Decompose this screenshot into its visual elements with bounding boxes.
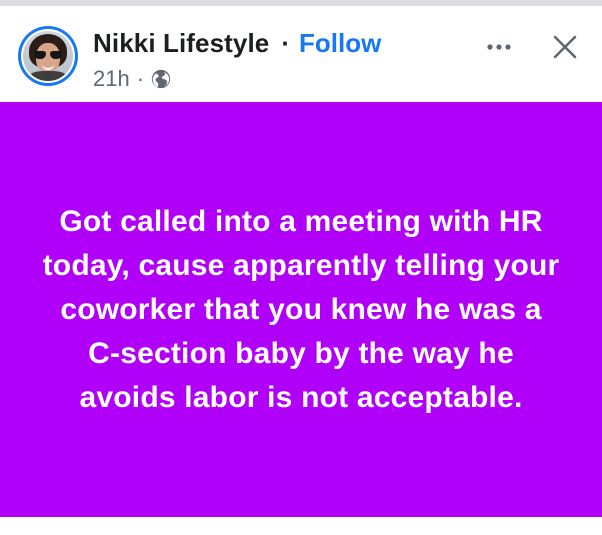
post-header: Nikki Lifestyle · Follow 21h ·	[0, 6, 602, 102]
meta-separator: ·	[136, 66, 145, 91]
close-icon	[553, 35, 577, 59]
avatar-sunglasses	[34, 51, 62, 59]
avatar-photo	[23, 31, 73, 81]
bottom-spacer	[0, 517, 602, 535]
author-name-row: Nikki Lifestyle · Follow	[93, 27, 381, 59]
follow-button[interactable]: Follow	[299, 28, 381, 59]
close-button[interactable]	[548, 30, 582, 64]
globe-icon	[151, 69, 171, 89]
post-timestamp[interactable]: 21h	[93, 66, 130, 92]
more-options-button[interactable]	[482, 34, 516, 60]
more-horizontal-icon	[487, 44, 511, 50]
post-meta: 21h ·	[93, 65, 172, 93]
author-name[interactable]: Nikki Lifestyle	[93, 28, 269, 59]
post-text: Got called into a meeting with HR today,…	[42, 204, 560, 414]
author-avatar[interactable]	[18, 26, 78, 86]
avatar-shirt	[29, 71, 67, 81]
name-separator: ·	[281, 27, 291, 58]
post-text-card: Got called into a meeting with HR today,…	[0, 102, 602, 517]
avatar-inner	[21, 29, 75, 83]
